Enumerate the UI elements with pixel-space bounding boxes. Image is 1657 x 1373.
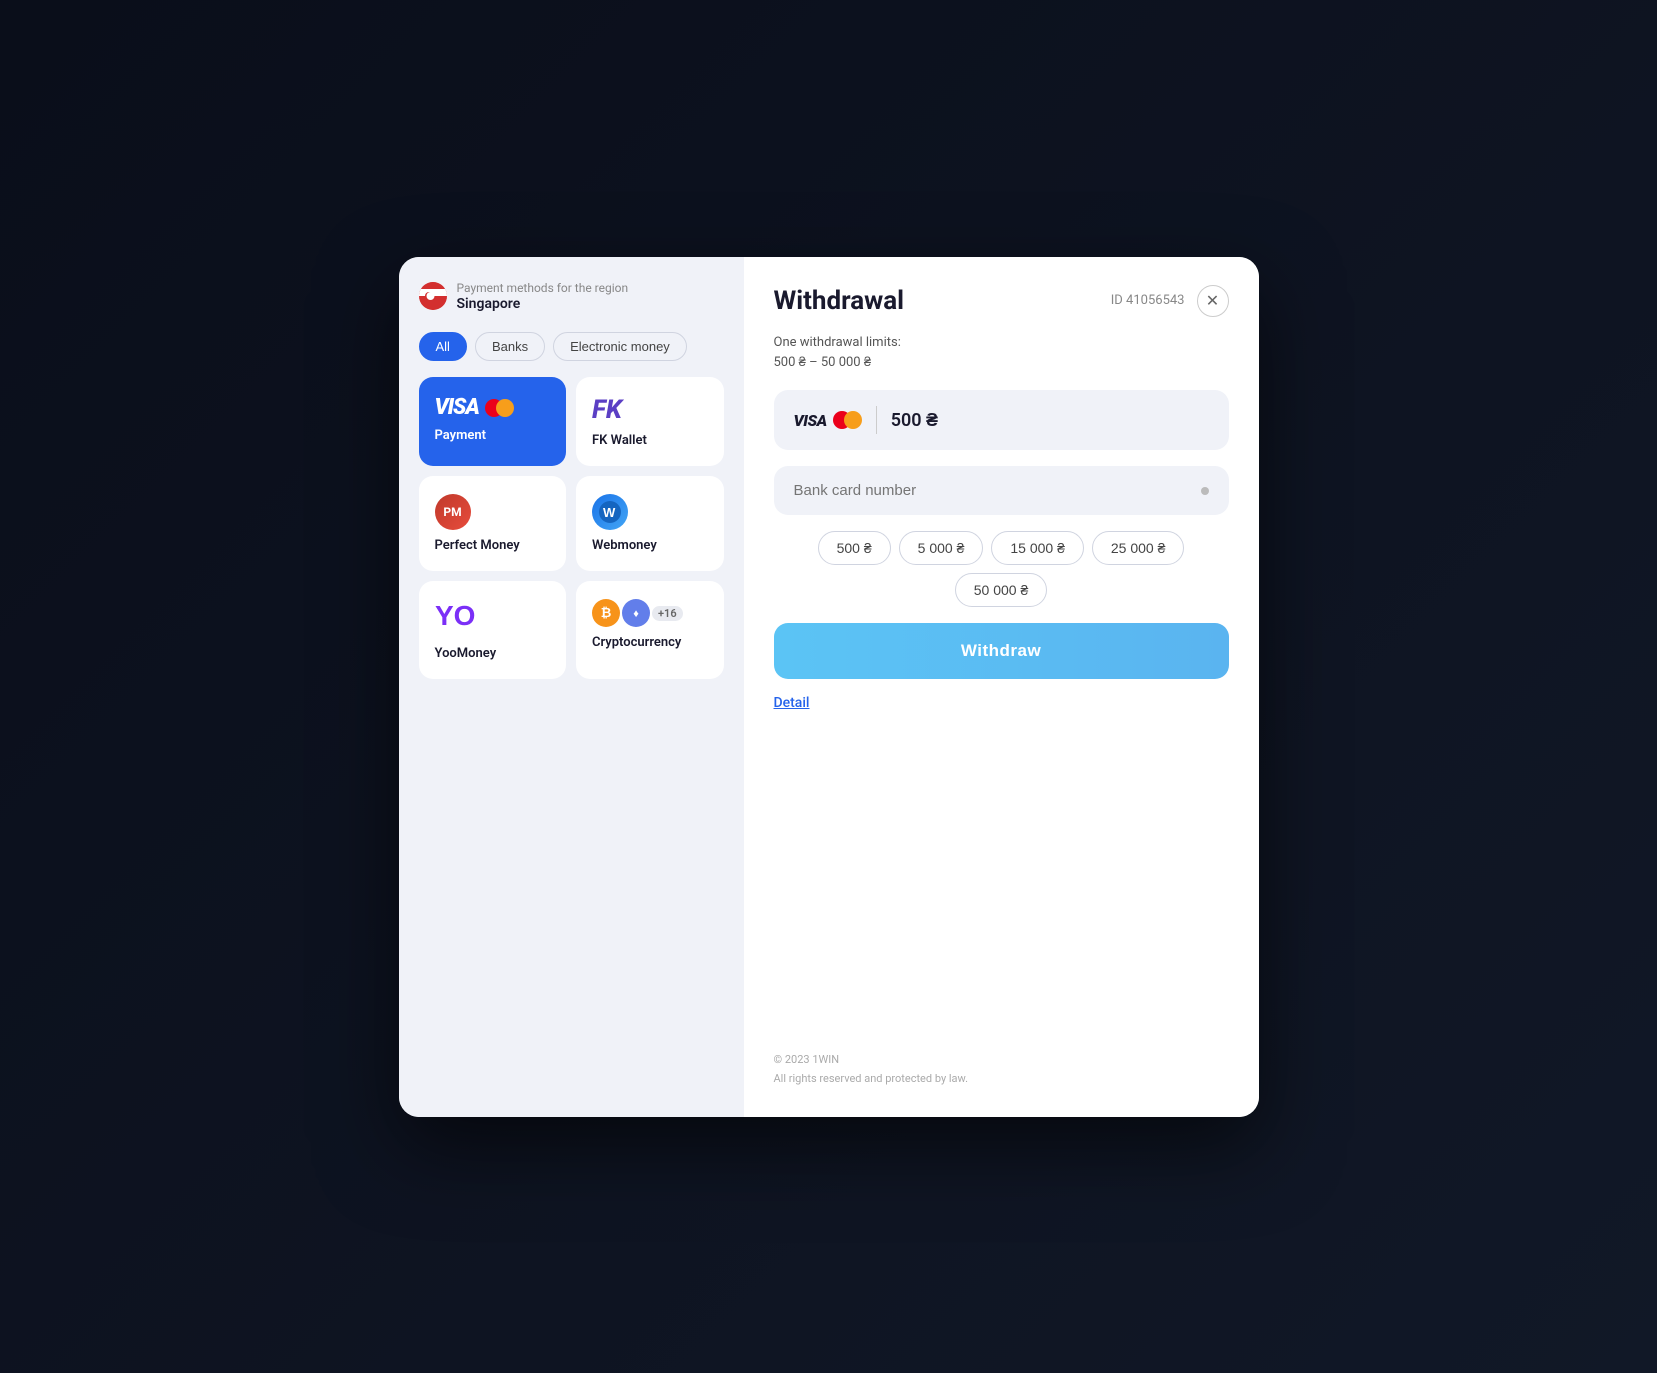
crypto-label: Cryptocurrency [592,635,681,650]
webmoney-label: Webmoney [592,538,657,553]
svg-text:W: W [603,505,616,520]
filter-tabs: All Banks Electronic money [419,332,724,361]
footer-line1: © 2023 1WIN [774,1053,840,1066]
flag-icon [419,282,447,310]
amount-visa-text: VISA [794,411,827,430]
filter-all[interactable]: All [419,332,467,361]
footer-text: © 2023 1WIN All rights reserved and prot… [774,1051,1229,1088]
transaction-id: ID 41056543 [1111,293,1185,308]
visa-logo: VISA [435,395,514,420]
amount-divider [876,406,877,434]
amount-value: 500 ₴ [891,410,938,431]
mc-orange-circle [496,399,514,417]
region-label: Payment methods for the region [457,281,629,297]
yoo-logo: YO [435,599,475,638]
card-number-field[interactable] [774,466,1229,515]
quick-amount-buttons: 500 ₴ 5 000 ₴ 15 000 ₴ 25 000 ₴ 50 000 ₴ [774,531,1229,607]
amount-500[interactable]: 500 ₴ [818,531,891,565]
withdraw-button[interactable]: Withdraw [774,623,1229,679]
amount-display: VISA 500 ₴ [774,390,1229,450]
payment-method-fk-wallet[interactable]: FK FK Wallet [576,377,724,466]
visa-label: Payment [435,428,487,443]
footer-line2: All rights reserved and protected by law… [774,1072,969,1085]
withdrawal-header: Withdrawal ID 41056543 ✕ [774,285,1229,317]
wm-logo: W [592,494,628,530]
region-name: Singapore [457,296,629,312]
amount-mc-orange [844,411,862,429]
payment-method-visa[interactable]: VISA Payment [419,377,567,466]
filter-electronic[interactable]: Electronic money [553,332,687,361]
withdrawal-title: Withdrawal [774,286,905,316]
region-header: Payment methods for the region Singapore [419,281,724,313]
right-panel: Withdrawal ID 41056543 ✕ One withdrawal … [744,257,1259,1117]
filter-banks[interactable]: Banks [475,332,545,361]
amount-5000[interactable]: 5 000 ₴ [899,531,984,565]
yoomoney-label: YooMoney [435,646,497,661]
mastercard-logo [485,399,514,417]
visa-text: VISA [435,395,479,420]
amount-25000[interactable]: 25 000 ₴ [1092,531,1185,565]
crypto-plus-badge: +16 [652,606,683,621]
payment-method-perfect-money[interactable]: PM Perfect Money [419,476,567,571]
payment-method-yoomoney[interactable]: YO YooMoney [419,581,567,679]
limits-line1: One withdrawal limits: [774,335,901,350]
pm-logo: PM [435,494,471,530]
amount-15000[interactable]: 15 000 ₴ [991,531,1084,565]
fk-logo: FK [592,395,622,425]
amount-mc-logo [833,411,862,429]
input-dot-icon [1201,487,1209,495]
close-button[interactable]: ✕ [1197,285,1229,317]
amount-50000[interactable]: 50 000 ₴ [955,573,1048,607]
left-panel: Payment methods for the region Singapore… [399,257,744,1117]
footer: © 2023 1WIN All rights reserved and prot… [774,1031,1229,1088]
limits-line2: 500 ₴ – 50 000 ₴ [774,355,872,370]
payment-method-crypto[interactable]: ₿ ♦ +16 Cryptocurrency [576,581,724,679]
modal-dialog: Payment methods for the region Singapore… [399,257,1259,1117]
eth-icon: ♦ [622,599,650,627]
btc-icon: ₿ [592,599,620,627]
payment-method-grid: VISA Payment FK FK Wallet PM Perfect Mon… [419,377,724,679]
detail-link[interactable]: Detail [774,695,1229,711]
header-right: ID 41056543 ✕ [1111,285,1229,317]
crypto-icons: ₿ ♦ +16 [592,599,683,627]
limits-info: One withdrawal limits: 500 ₴ – 50 000 ₴ [774,333,1229,375]
payment-method-webmoney[interactable]: W Webmoney [576,476,724,571]
fk-wallet-label: FK Wallet [592,433,647,448]
amount-visa-logo: VISA [794,411,862,430]
region-text: Payment methods for the region Singapore [457,281,629,313]
card-number-input[interactable] [794,482,1201,499]
perfect-money-label: Perfect Money [435,538,520,553]
svg-text:YO: YO [435,600,475,631]
